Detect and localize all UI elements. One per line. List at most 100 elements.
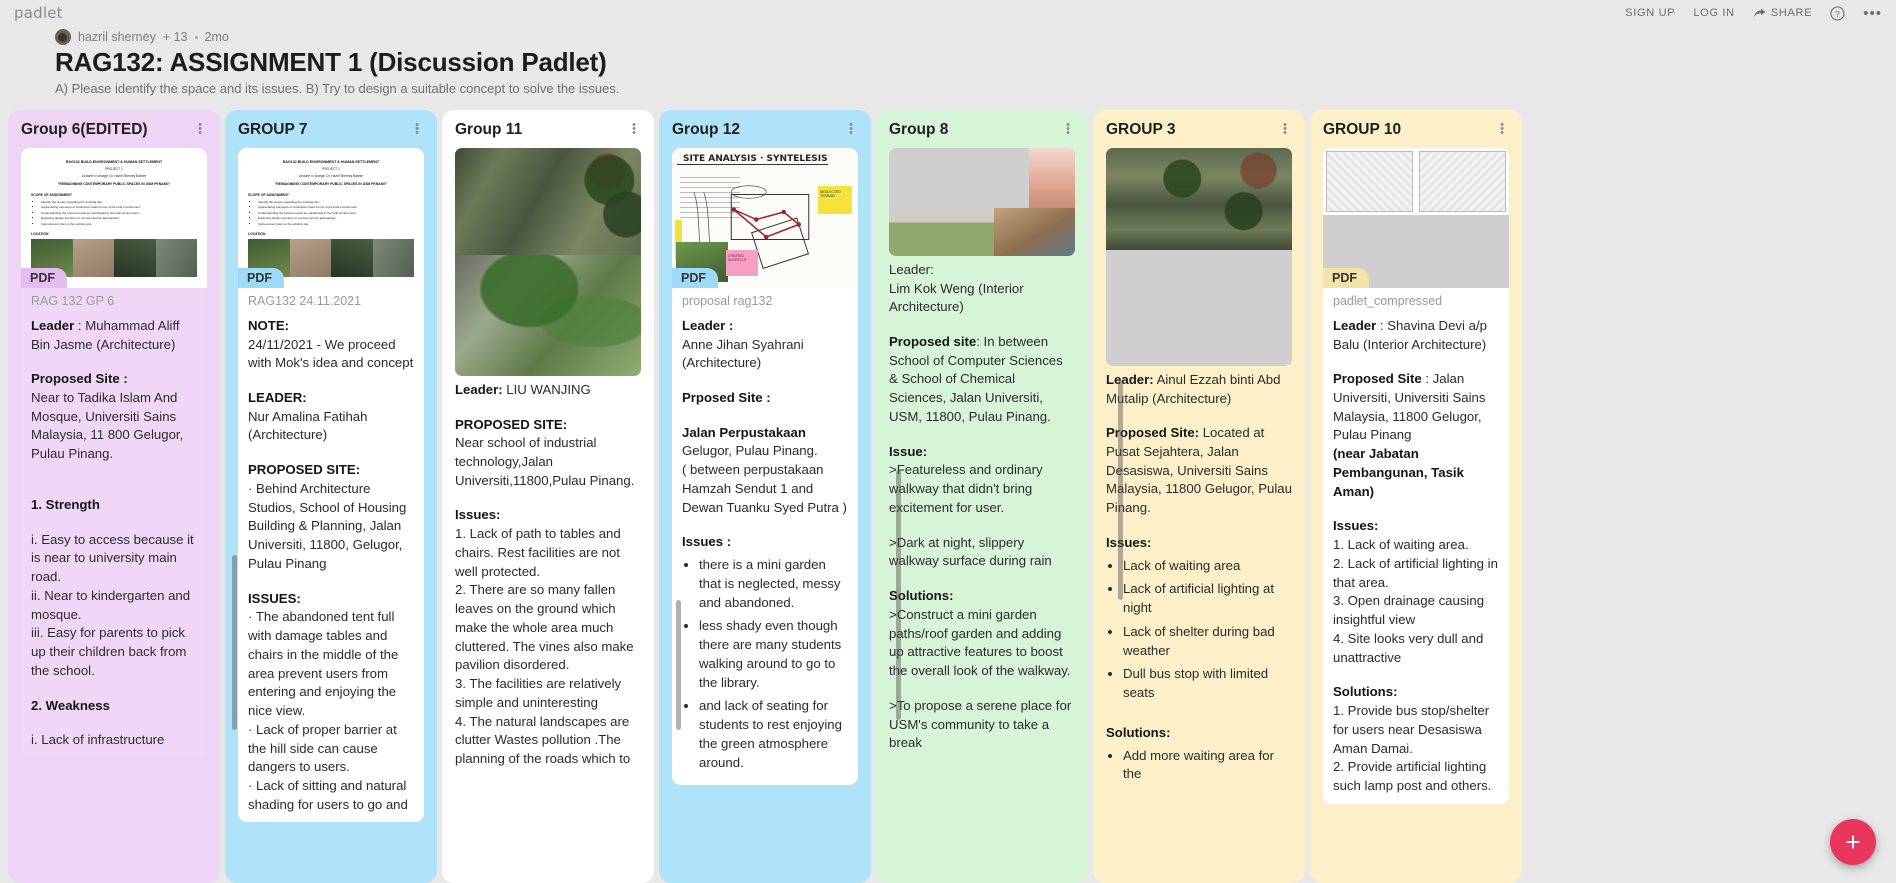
column-menu-icon[interactable]: • • •: [1061, 120, 1075, 139]
text-emphasis: Leader: [31, 317, 75, 333]
pdf-badge: PDF: [21, 267, 67, 288]
ellipsis-icon[interactable]: •••: [1863, 6, 1882, 21]
board-author[interactable]: hazril sherney: [78, 30, 156, 44]
column-group-10[interactable]: GROUP 10 • • • PDF padlet_compressed Leader…: [1310, 110, 1522, 883]
pdf-scope-item: Understanding the human needs as manifes…: [41, 211, 197, 215]
question-circle-icon[interactable]: ?: [1830, 5, 1845, 21]
avatar[interactable]: [55, 29, 71, 45]
post-card[interactable]: PDF padlet_compressed Leader : Shavina De…: [1323, 147, 1509, 804]
paragraph: Leader:: [889, 261, 934, 277]
column-group-3[interactable]: GROUP 3 • • • Leader: Ainul Ezzah binti Ab…: [1093, 110, 1305, 883]
column-scrollbar[interactable]: [896, 470, 901, 720]
collaborator-count[interactable]: + 13: [163, 30, 188, 44]
meta-separator-dot: [194, 35, 198, 39]
paragraph: Leader: LIU WANJING: [455, 381, 591, 397]
column-menu-icon[interactable]: • • •: [844, 120, 858, 139]
paragraph: 4. The natural landscapes are clutter Wa…: [455, 713, 631, 767]
paragraph: 3. The facilities are relatively simple …: [455, 676, 622, 710]
post-media[interactable]: [1106, 147, 1292, 366]
text-emphasis: ISSUES:: [248, 590, 301, 606]
text-emphasis: 2. Weakness: [31, 697, 110, 713]
sign-up-button[interactable]: SIGN UP: [1625, 7, 1675, 19]
pdf-scope-item: Appreciating elements of production basi…: [258, 205, 414, 209]
post-media[interactable]: [889, 147, 1075, 256]
padlet-logo[interactable]: padlet: [14, 4, 63, 22]
paragraph: Jalan Perpustakaan: [682, 424, 848, 443]
paragraph: Near to Tadika Islam And Mosque, Univers…: [31, 390, 184, 462]
pdf-badge: PDF: [672, 267, 718, 288]
log-in-button[interactable]: LOG IN: [1693, 7, 1735, 19]
post-card[interactable]: Leader: Lim Kok Weng (Interior Architectu…: [889, 147, 1075, 753]
site-photo-night: [1218, 250, 1292, 311]
column-group-11[interactable]: Group 11 • • • Leader: LIU WANJING PROPOSED…: [442, 110, 654, 883]
column-title: GROUP 7: [238, 121, 308, 138]
text-emphasis: (near Jabatan Pembangunan, Tasik Aman): [1333, 446, 1464, 499]
post-card[interactable]: Leader: LIU WANJING PROPOSED SITE: Near s…: [455, 147, 641, 769]
paragraph: Nur Amalina Fatihah (Architecture): [248, 408, 368, 443]
post-body: Leader : Shavina Devi a/p Balu (Interior…: [1333, 317, 1499, 796]
post-media[interactable]: RAG132 BUILD ENVIRONMENT & HUMAN SETTLEM…: [21, 147, 207, 288]
column-scrollbar[interactable]: [1118, 380, 1123, 600]
column-scrollbar[interactable]: [676, 600, 681, 730]
paragraph: ii. Near to kindergarten and mosque.: [31, 587, 191, 622]
paragraph: >To propose a serene place for USM's com…: [889, 697, 1072, 751]
site-photo: [1416, 215, 1509, 288]
post-media[interactable]: [455, 147, 641, 376]
paragraph: Issue:: [889, 443, 1075, 462]
column-header: GROUP 7 • • •: [238, 120, 424, 139]
column-menu-icon[interactable]: • • •: [1495, 120, 1509, 139]
column-header: Group 6(EDITED) • • •: [21, 120, 207, 139]
post-card[interactable]: Leader: Ainul Ezzah binti Abd Mutalip (A…: [1106, 147, 1292, 784]
paragraph: LEADER:: [248, 389, 414, 408]
paragraph: ISSUES:: [248, 590, 414, 609]
column-group-7[interactable]: GROUP 7 • • • RAG132 BUILD ENVIRONMENT & H…: [225, 110, 437, 883]
attachment-filename: proposal rag132: [682, 293, 773, 308]
paragraph: Leader :: [682, 317, 848, 336]
text-emphasis: Proposed site: [889, 334, 977, 350]
text-emphasis: Issues:: [1106, 534, 1152, 550]
post-body: Leader: Ainul Ezzah binti Abd Mutalip (A…: [1106, 371, 1292, 784]
column-title: Group 8: [889, 121, 949, 138]
column-scrollbar[interactable]: [232, 555, 237, 730]
column-menu-icon[interactable]: • • •: [193, 120, 207, 139]
paragraph: Near school of industrial technology,Jal…: [455, 435, 635, 488]
post-media[interactable]: RAG132 BUILD ENVIRONMENT & HUMAN SETTLEM…: [238, 147, 424, 288]
column-menu-icon[interactable]: • • •: [1278, 120, 1292, 139]
text-emphasis: 1. Strength: [31, 496, 100, 512]
post-card[interactable]: SITE ANALYSIS · SYNTELESIS NEGLECTED TER…: [672, 147, 858, 786]
list-item: Add more waiting area for the: [1123, 747, 1292, 784]
column-header: Group 11 • • •: [455, 120, 641, 139]
column-title: Group 11: [455, 121, 523, 138]
share-label: SHARE: [1770, 7, 1813, 19]
board-columns[interactable]: Group 6(EDITED) • • • RAG132 BUILD ENVIRON…: [0, 110, 1896, 883]
paragraph: Solutions:: [1333, 683, 1499, 702]
post-card[interactable]: RAG132 BUILD ENVIRONMENT & HUMAN SETTLEM…: [238, 147, 424, 823]
photo-collage: [889, 147, 1075, 256]
site-photo: [455, 147, 641, 255]
paragraph: Issues:: [1106, 534, 1292, 553]
column-menu-icon[interactable]: • • •: [627, 120, 641, 139]
column-group-12[interactable]: Group 12 • • • SITE ANALYSIS · SYNTELESIS …: [659, 110, 871, 883]
pdf-line-theme: "REIMAGINING CONTEMPORARY PUBLIC SPACES …: [57, 181, 171, 186]
share-button[interactable]: SHARE: [1753, 7, 1812, 19]
column-group-8[interactable]: Group 8 • • • Leader: Lim Kok Weng (Interio…: [876, 110, 1088, 883]
paragraph: Issues :: [682, 533, 848, 552]
post-media[interactable]: PDF: [1323, 147, 1509, 288]
column-header: Group 12 • • •: [672, 120, 858, 139]
pdf-scope-item: Exploring design intention or concept an…: [41, 216, 197, 220]
column-group-6-edited[interactable]: Group 6(EDITED) • • • RAG132 BUILD ENVIRON…: [8, 110, 220, 883]
pdf-scope-heading: SCOPE OF ASSIGNMENT: [31, 192, 72, 197]
column-menu-icon[interactable]: • • •: [410, 120, 424, 139]
post-media[interactable]: SITE ANALYSIS · SYNTELESIS NEGLECTED TER…: [672, 147, 858, 288]
paragraph: i. Easy to access because it is near to …: [31, 531, 194, 585]
post-card[interactable]: RAG132 BUILD ENVIRONMENT & HUMAN SETTLEM…: [21, 147, 207, 759]
add-post-button[interactable]: +: [1830, 819, 1876, 865]
paragraph: 1. Lack of path to tables and chairs. Re…: [455, 526, 621, 579]
paragraph: Leader : Muhammad Aliff Bin Jasme (Archi…: [31, 317, 180, 352]
